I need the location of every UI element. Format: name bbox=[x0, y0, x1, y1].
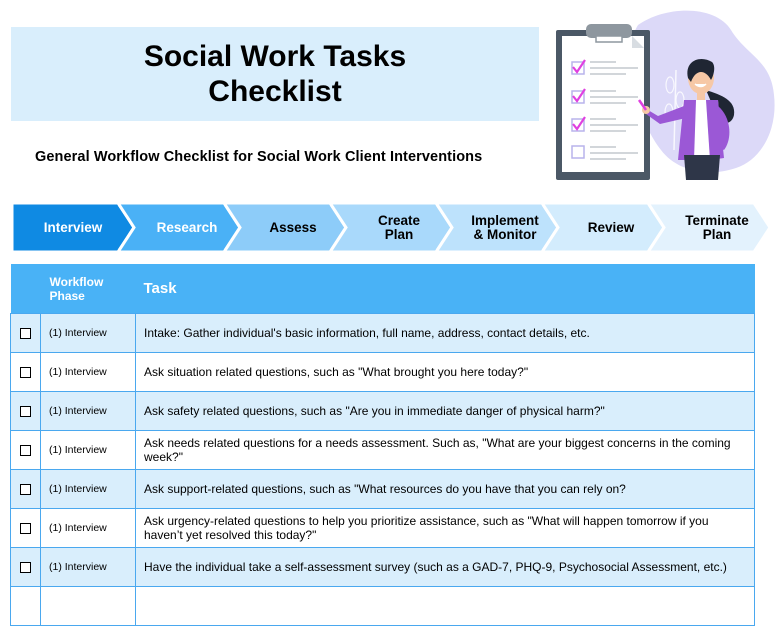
table-row: (1) Interview Intake: Gather individual's… bbox=[10, 313, 755, 353]
table-row: (1) Interview Ask urgency-related questio… bbox=[10, 508, 755, 548]
task-cell: Ask situation related questions, such as… bbox=[135, 352, 755, 392]
step-label-line2: Plan bbox=[702, 226, 732, 242]
phase-cell: (1) Interview bbox=[40, 469, 136, 509]
workflow-step-7: Terminate Plan bbox=[648, 203, 770, 252]
task-cell: Ask safety related questions, such as "A… bbox=[135, 391, 755, 431]
workflow-step-1: Interview bbox=[12, 203, 134, 252]
task-cell bbox=[135, 586, 755, 626]
task-cell: Ask support-related questions, such as "… bbox=[135, 469, 755, 509]
task-checkbox[interactable] bbox=[20, 367, 31, 379]
table-row: (1) Interview Ask safety related question… bbox=[10, 391, 755, 431]
header-task: Task bbox=[135, 264, 755, 314]
page-title-line2: Checklist bbox=[208, 75, 342, 108]
task-checkbox[interactable] bbox=[20, 406, 31, 418]
phase-cell: (1) Interview bbox=[40, 313, 136, 353]
checkbox-cell bbox=[10, 313, 41, 353]
checkbox-cell bbox=[10, 352, 41, 392]
phase-cell: (1) Interview bbox=[40, 547, 136, 587]
table-row: (1) Interview Ask situation related quest… bbox=[10, 352, 755, 392]
step-label-line1: Interview bbox=[43, 219, 103, 235]
workflow-step-5: Implement & Monitor bbox=[436, 203, 558, 252]
step-label-line1: Terminate bbox=[685, 212, 749, 228]
task-checkbox[interactable] bbox=[20, 445, 31, 457]
workflow-step-6: Review bbox=[542, 203, 664, 252]
workflow-step-label: Review bbox=[572, 219, 635, 235]
task-checkbox[interactable] bbox=[20, 328, 31, 340]
step-label-line1: Create bbox=[377, 212, 421, 228]
header-checkbox bbox=[10, 264, 41, 314]
checklist-illustration bbox=[546, 0, 780, 190]
table-header-row: Workflow Phase Task bbox=[10, 264, 755, 314]
table-row: (1) Interview Ask support-related questio… bbox=[10, 469, 755, 509]
task-cell: Ask needs related questions for a needs … bbox=[135, 430, 755, 470]
step-label-line2: & Monitor bbox=[473, 226, 537, 242]
header-phase-line2: Phase bbox=[49, 288, 85, 303]
checkbox-cell bbox=[10, 508, 41, 548]
task-checkbox[interactable] bbox=[20, 523, 31, 535]
step-label-line2: Plan bbox=[384, 226, 414, 242]
page-title-line1: Social Work Tasks bbox=[143, 40, 407, 73]
phase-cell: (1) Interview bbox=[40, 352, 136, 392]
step-label-line1: Implement bbox=[471, 212, 539, 228]
table-row: (1) Interview Have the individual take a … bbox=[10, 547, 755, 587]
phase-cell bbox=[40, 586, 136, 626]
table-row bbox=[10, 586, 755, 626]
task-checkbox[interactable] bbox=[20, 484, 31, 496]
checkbox-cell bbox=[10, 391, 41, 431]
phase-cell: (1) Interview bbox=[40, 508, 136, 548]
workflow-step-label: Terminate Plan bbox=[669, 212, 749, 242]
workflow-step-label: Implement & Monitor bbox=[455, 212, 539, 242]
task-checkbox[interactable] bbox=[20, 562, 31, 574]
workflow-step-label: Interview bbox=[43, 219, 103, 235]
checkbox-cell bbox=[10, 469, 41, 509]
workflow-steps: Interview Research Assess Create Plan Impleme… bbox=[12, 203, 774, 252]
title-banner: Social Work Tasks Checklist bbox=[11, 27, 539, 121]
step-label-line1: Research bbox=[156, 219, 218, 235]
checklist-table: Workflow Phase Task (1) Interview Intake:… bbox=[10, 264, 755, 626]
header-phase-line1: Workflow bbox=[49, 274, 104, 289]
workflow-step-4: Create Plan bbox=[330, 203, 452, 252]
header-workflow-phase: Workflow Phase bbox=[40, 264, 136, 314]
clipboard-icon bbox=[556, 24, 650, 180]
task-cell: Intake: Gather individual's basic inform… bbox=[135, 313, 755, 353]
phase-cell: (1) Interview bbox=[40, 391, 136, 431]
workflow-step-3: Assess bbox=[224, 203, 346, 252]
task-cell: Ask urgency-related questions to help yo… bbox=[135, 508, 755, 548]
checkbox-cell bbox=[10, 586, 41, 626]
workflow-step-label: Assess bbox=[253, 219, 317, 235]
checkbox-cell bbox=[10, 430, 41, 470]
step-label-line1: Assess bbox=[269, 219, 317, 235]
phase-cell: (1) Interview bbox=[40, 430, 136, 470]
step-label-line1: Review bbox=[587, 219, 635, 235]
workflow-step-label: Research bbox=[141, 219, 218, 235]
page-subtitle: General Workflow Checklist for Social Wo… bbox=[35, 149, 483, 165]
table-row: (1) Interview Ask needs related questions… bbox=[10, 430, 755, 470]
workflow-step-label: Create Plan bbox=[362, 212, 421, 242]
task-cell: Have the individual take a self-assessme… bbox=[135, 547, 755, 587]
checkbox-cell bbox=[10, 547, 41, 587]
workflow-step-2: Research bbox=[118, 203, 240, 252]
